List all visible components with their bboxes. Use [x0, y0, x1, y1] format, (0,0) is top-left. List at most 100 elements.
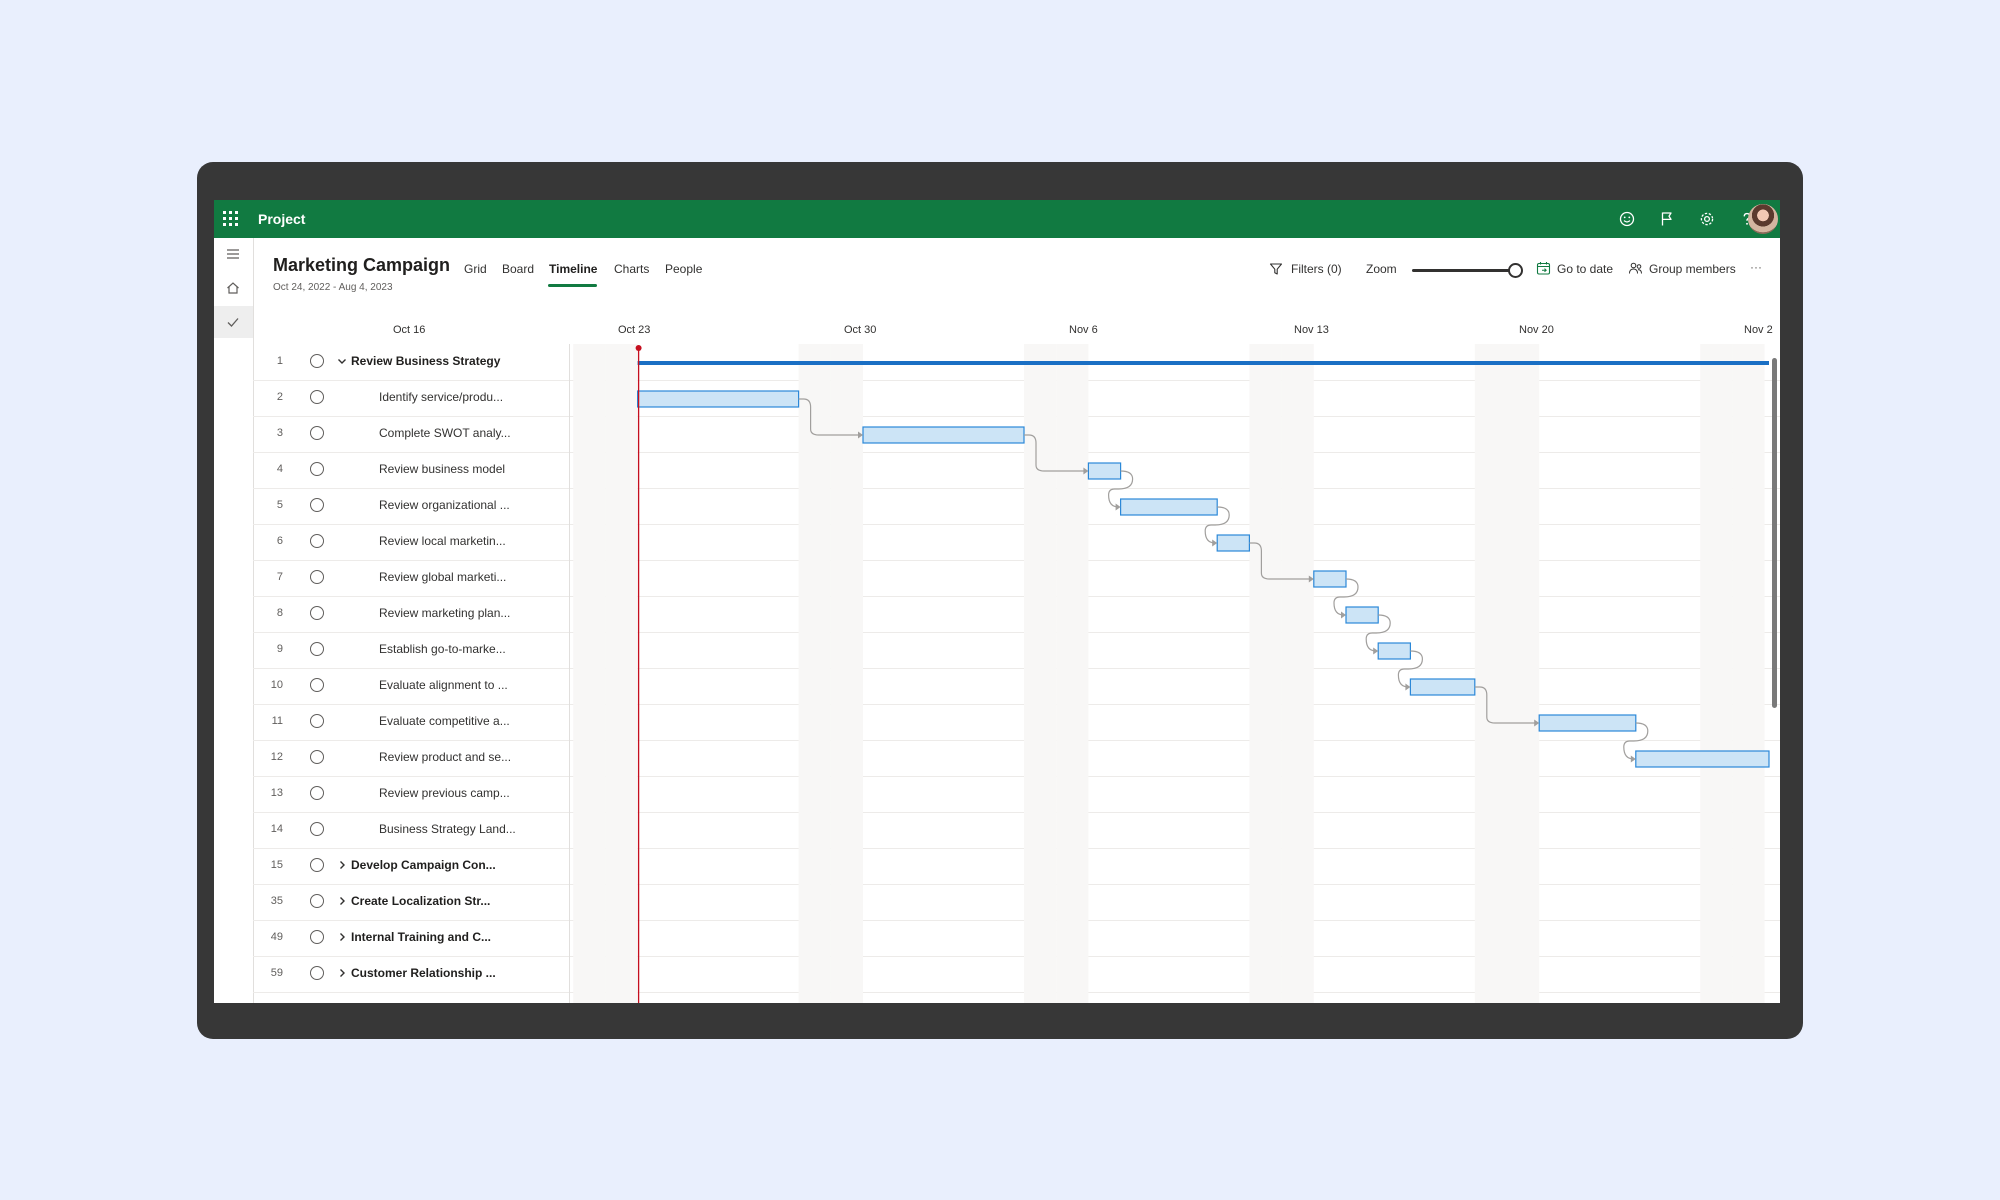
task-row[interactable]: 13 Review previous camp...: [253, 776, 1780, 813]
task-number: 1: [276, 355, 283, 367]
task-complete-checkbox[interactable]: [310, 786, 324, 800]
task-name[interactable]: Internal Training and C...: [351, 930, 491, 944]
task-name[interactable]: Review organizational ...: [379, 498, 510, 512]
task-complete-checkbox[interactable]: [310, 426, 324, 440]
task-name[interactable]: Develop Campaign Con...: [351, 858, 496, 872]
task-complete-checkbox[interactable]: [310, 534, 324, 548]
task-name[interactable]: Establish go-to-marke...: [379, 642, 506, 656]
task-complete-checkbox[interactable]: [310, 750, 324, 764]
task-row[interactable]: 2 Identify service/produ...: [253, 380, 1780, 417]
date-header-col-7: Nov 2: [1744, 324, 1773, 336]
task-name[interactable]: Identify service/produ...: [379, 390, 503, 404]
go-to-date-button[interactable]: Go to date: [1557, 262, 1613, 276]
feedback-smiley-icon[interactable]: [1617, 209, 1637, 229]
task-number: 3: [276, 427, 283, 439]
tab-grid[interactable]: Grid: [464, 262, 487, 276]
task-number: 15: [270, 859, 283, 871]
tab-board[interactable]: Board: [502, 262, 534, 276]
task-complete-checkbox[interactable]: [310, 354, 324, 368]
task-row[interactable]: 12 Review product and se...: [253, 740, 1780, 777]
rail-tasks[interactable]: [214, 306, 253, 338]
vertical-scrollbar[interactable]: [1772, 358, 1777, 708]
task-number: 59: [270, 967, 283, 979]
home-icon: [227, 282, 239, 294]
date-header-col-3: Oct 30: [844, 324, 877, 336]
task-complete-checkbox[interactable]: [310, 822, 324, 836]
task-complete-checkbox[interactable]: [310, 606, 324, 620]
task-complete-checkbox[interactable]: [310, 894, 324, 908]
group-members-button[interactable]: Group members: [1649, 262, 1736, 276]
task-name[interactable]: Evaluate competitive a...: [379, 714, 510, 728]
rail-menu[interactable]: [214, 238, 253, 270]
task-row[interactable]: 35 Create Localization Str...: [253, 884, 1780, 921]
task-name[interactable]: Review business model: [379, 462, 505, 476]
project-dates: Oct 24, 2022 - Aug 4, 2023: [273, 282, 393, 293]
task-complete-checkbox[interactable]: [310, 930, 324, 944]
task-complete-checkbox[interactable]: [310, 678, 324, 692]
task-row[interactable]: 49 Internal Training and C...: [253, 920, 1780, 957]
task-complete-checkbox[interactable]: [310, 462, 324, 476]
task-row[interactable]: 15 Develop Campaign Con...: [253, 848, 1780, 885]
chevron-right-icon[interactable]: [336, 895, 348, 907]
chevron-right-icon[interactable]: [336, 859, 348, 871]
filters-button[interactable]: Filters (0): [1291, 262, 1342, 276]
app-launcher-icon[interactable]: [223, 211, 239, 227]
task-row[interactable]: 4 Review business model: [253, 452, 1780, 489]
task-number: 5: [276, 499, 283, 511]
tab-timeline[interactable]: Timeline: [549, 262, 597, 276]
task-complete-checkbox[interactable]: [310, 858, 324, 872]
settings-gear-icon[interactable]: [1697, 209, 1717, 229]
task-row[interactable]: 8 Review marketing plan...: [253, 596, 1780, 633]
task-row[interactable]: 59 Customer Relationship ...: [253, 956, 1780, 993]
task-name[interactable]: Create Localization Str...: [351, 894, 490, 908]
task-name[interactable]: Review global marketi...: [379, 570, 506, 584]
task-name[interactable]: Complete SWOT analy...: [379, 426, 511, 440]
more-options-button[interactable]: ···: [1750, 260, 1762, 274]
zoom-slider-thumb[interactable]: [1508, 263, 1523, 278]
flag-icon[interactable]: [1657, 209, 1677, 229]
task-complete-checkbox[interactable]: [310, 570, 324, 584]
group-members-icon[interactable]: [1628, 261, 1643, 276]
date-header-col-2: Oct 23: [618, 324, 651, 336]
tab-people[interactable]: People: [665, 262, 702, 276]
task-row[interactable]: 10 Evaluate alignment to ...: [253, 668, 1780, 705]
task-name[interactable]: Review previous camp...: [379, 786, 510, 800]
active-tab-indicator: [548, 284, 597, 287]
grid-divider[interactable]: [569, 344, 570, 1003]
task-name[interactable]: Review product and se...: [379, 750, 511, 764]
filter-icon[interactable]: [1269, 262, 1283, 276]
chevron-right-icon[interactable]: [336, 967, 348, 979]
task-row[interactable]: 7 Review global marketi...: [253, 560, 1780, 597]
task-row[interactable]: 6 Review local marketin...: [253, 524, 1780, 561]
task-complete-checkbox[interactable]: [310, 642, 324, 656]
task-complete-checkbox[interactable]: [310, 390, 324, 404]
task-name[interactable]: Review local marketin...: [379, 534, 506, 548]
task-number: 35: [270, 895, 283, 907]
task-name[interactable]: Review Business Strategy: [351, 354, 500, 368]
task-row[interactable]: 14 Business Strategy Land...: [253, 812, 1780, 849]
chevron-down-icon[interactable]: [336, 355, 348, 367]
task-row[interactable]: 5 Review organizational ...: [253, 488, 1780, 525]
app-name[interactable]: Project: [258, 211, 305, 227]
task-name[interactable]: Evaluate alignment to ...: [379, 678, 508, 692]
tab-charts[interactable]: Charts: [614, 262, 649, 276]
task-row[interactable]: 11 Evaluate competitive a...: [253, 704, 1780, 741]
zoom-slider-track[interactable]: [1412, 269, 1512, 272]
zoom-label: Zoom: [1366, 262, 1397, 276]
user-avatar[interactable]: [1748, 204, 1778, 234]
calendar-go-icon[interactable]: [1536, 261, 1551, 276]
project-title[interactable]: Marketing Campaign: [273, 255, 450, 276]
task-name[interactable]: Customer Relationship ...: [351, 966, 496, 980]
task-number: 7: [276, 571, 283, 583]
chevron-right-icon[interactable]: [336, 931, 348, 943]
task-name[interactable]: Review marketing plan...: [379, 606, 510, 620]
task-row[interactable]: 3 Complete SWOT analy...: [253, 416, 1780, 453]
task-row[interactable]: 1 Review Business Strategy: [253, 344, 1780, 381]
rail-home[interactable]: [214, 272, 253, 304]
task-number: 12: [270, 751, 283, 763]
task-complete-checkbox[interactable]: [310, 966, 324, 980]
task-name[interactable]: Business Strategy Land...: [379, 822, 516, 836]
task-complete-checkbox[interactable]: [310, 714, 324, 728]
task-row[interactable]: 9 Establish go-to-marke...: [253, 632, 1780, 669]
task-complete-checkbox[interactable]: [310, 498, 324, 512]
